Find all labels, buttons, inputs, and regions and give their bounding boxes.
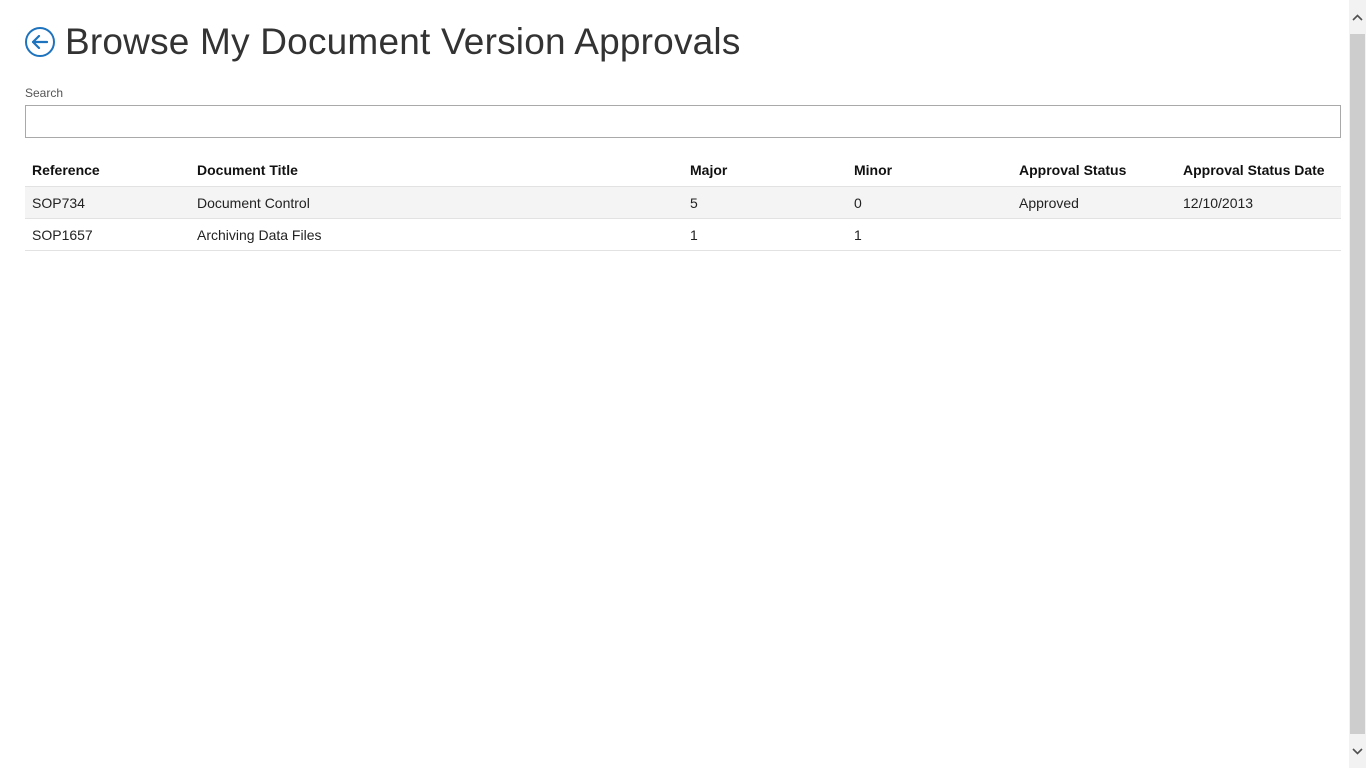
column-header-document-title[interactable]: Document Title xyxy=(190,154,683,187)
cell-minor: 1 xyxy=(847,218,1012,251)
page-title: Browse My Document Version Approvals xyxy=(65,21,741,62)
column-header-major[interactable]: Major xyxy=(683,154,847,187)
scrollbar-thumb[interactable] xyxy=(1350,34,1365,734)
arrow-left-icon xyxy=(32,35,48,49)
chevron-up-icon xyxy=(1352,13,1363,21)
cell-approval-status xyxy=(1012,218,1176,251)
cell-major: 5 xyxy=(683,186,847,219)
column-header-minor[interactable]: Minor xyxy=(847,154,1012,187)
cell-minor: 0 xyxy=(847,186,1012,219)
search-label: Search xyxy=(25,86,64,100)
cell-approval-status-date: 12/10/2013 xyxy=(1176,186,1341,219)
column-header-approval-status-date[interactable]: Approval Status Date xyxy=(1176,154,1341,187)
vertical-scrollbar[interactable] xyxy=(1349,0,1366,768)
cell-reference: SOP734 xyxy=(25,186,190,219)
cell-approval-status: Approved xyxy=(1012,186,1176,219)
back-button[interactable] xyxy=(25,27,55,57)
cell-major: 1 xyxy=(683,218,847,251)
approvals-table: Reference Document Title Major Minor App… xyxy=(25,154,1341,251)
table-header-row: Reference Document Title Major Minor App… xyxy=(25,154,1341,187)
chevron-down-icon xyxy=(1352,747,1363,755)
page-header: Browse My Document Version Approvals xyxy=(25,22,741,62)
search-input[interactable] xyxy=(25,105,1341,138)
table-row[interactable]: SOP1657 Archiving Data Files 1 1 xyxy=(25,218,1341,251)
scroll-down-button[interactable] xyxy=(1349,734,1366,768)
cell-approval-status-date xyxy=(1176,218,1341,251)
column-header-reference[interactable]: Reference xyxy=(25,154,190,187)
page: Browse My Document Version Approvals Sea… xyxy=(0,0,1349,768)
cell-document-title: Archiving Data Files xyxy=(190,218,683,251)
cell-reference: SOP1657 xyxy=(25,218,190,251)
table-row[interactable]: SOP734 Document Control 5 0 Approved 12/… xyxy=(25,186,1341,219)
column-header-approval-status[interactable]: Approval Status xyxy=(1012,154,1176,187)
cell-document-title: Document Control xyxy=(190,186,683,219)
scroll-up-button[interactable] xyxy=(1349,0,1366,34)
